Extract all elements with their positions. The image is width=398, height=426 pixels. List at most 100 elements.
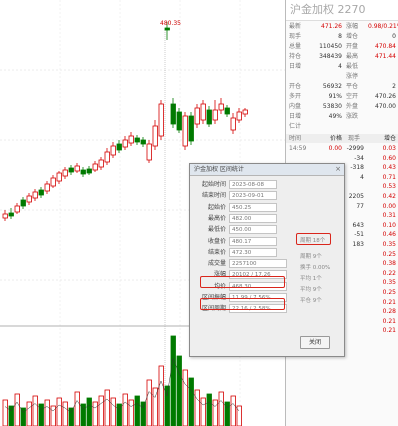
dialog-row-label: 成交量 xyxy=(207,260,226,268)
side-label-4: 平均 1个 xyxy=(300,276,322,282)
volume-bar xyxy=(44,399,50,426)
tick-volume: 4 xyxy=(360,173,364,181)
quote-label: 涨停 xyxy=(346,73,359,80)
volume-bar xyxy=(122,393,128,426)
tick-header: 时间 价格 现手 增仓 xyxy=(286,134,398,143)
quote-label: 总量 xyxy=(289,43,302,50)
candle-body xyxy=(98,159,104,168)
close-button[interactable]: 关闭 xyxy=(300,336,330,349)
quote-label: 增仓 xyxy=(346,33,359,40)
candle-body xyxy=(50,177,56,187)
quote-value: 56932 xyxy=(322,83,342,90)
candle-body xyxy=(62,169,68,177)
tick-oi: 0.10 xyxy=(382,221,396,229)
quote-value: 471.44 xyxy=(375,53,396,60)
volume-bar xyxy=(134,395,140,426)
dialog-row-value[interactable]: 2257100 xyxy=(229,259,287,269)
highlight-box-period xyxy=(296,233,331,245)
tick-volume: 2205 xyxy=(348,193,364,200)
candle-body xyxy=(206,109,212,125)
candle-body xyxy=(164,27,170,31)
volume-bar xyxy=(104,389,110,426)
dialog-row-label: 起始价 xyxy=(207,203,226,211)
candle-body xyxy=(236,111,242,121)
side-label-6: 平仓 9个 xyxy=(300,298,322,304)
volume-bar xyxy=(98,395,104,426)
quote-label: 仁计 xyxy=(289,123,302,130)
dialog-row: 结束时间 2023-09-01 xyxy=(190,190,344,201)
volume-bar xyxy=(62,401,68,426)
tick-price: 0.00 xyxy=(328,145,342,152)
quote-value: 470.00 xyxy=(375,103,396,110)
quote-value: 0 xyxy=(392,33,396,40)
dialog-row-label: 最低价 xyxy=(207,226,226,234)
dialog-row-value[interactable]: 480.17 xyxy=(229,236,277,246)
quote-label: 涨跌 xyxy=(346,113,359,120)
volume-bar xyxy=(212,399,218,426)
quote-row: 开仓 56932 平仓 2 xyxy=(286,82,398,91)
candle-body xyxy=(14,205,20,213)
range-stats-dialog[interactable]: 沪金加权 区间统计 × 起始时间 2023-08-08 结束时间 2023-09-01… xyxy=(189,163,345,357)
quote-value: 4 xyxy=(338,63,342,70)
close-icon[interactable]: × xyxy=(335,164,341,175)
volume-bar xyxy=(56,397,62,426)
tick-oi: 0.21 xyxy=(382,327,396,335)
quote-value: 8 xyxy=(338,33,342,40)
candle-body xyxy=(176,111,182,131)
volume-bar xyxy=(8,405,14,426)
tick-volume: -318 xyxy=(350,164,364,172)
volume-bar xyxy=(152,387,158,426)
volume-bar xyxy=(146,379,152,426)
quote-label: 多开 xyxy=(289,93,302,100)
candle-body xyxy=(200,103,206,121)
dialog-row-value[interactable]: 2023-08-08 xyxy=(229,180,277,189)
candle-body xyxy=(68,167,74,173)
tick-oi: 0.25 xyxy=(382,250,396,258)
tick-header-oi: 增仓 xyxy=(383,135,396,142)
dialog-row-value[interactable]: 472.30 xyxy=(229,247,277,257)
quote-label: 平仓 xyxy=(346,83,359,90)
tick-volume: 77 xyxy=(356,202,364,210)
dialog-row-value[interactable]: 450.00 xyxy=(229,225,277,235)
candle-body xyxy=(2,213,8,219)
volume-bar xyxy=(2,399,8,426)
tick-oi: 0.28 xyxy=(382,308,396,316)
dialog-row-value[interactable]: 482.00 xyxy=(229,213,277,223)
candle-body xyxy=(92,163,98,171)
quote-row: 现手 8 增仓 0 xyxy=(286,32,398,41)
quote-row: 持仓 348439 最高 471.44 xyxy=(286,52,398,61)
volume-bar xyxy=(188,377,194,426)
quote-label: 持仓 xyxy=(289,53,302,60)
candle-body xyxy=(146,143,152,161)
tick-oi: 0.35 xyxy=(382,241,396,248)
candle-body xyxy=(80,169,86,175)
quote-value: 110450 xyxy=(319,43,342,50)
candle-body xyxy=(218,103,224,111)
volume-bar xyxy=(140,401,146,426)
candle-body xyxy=(230,117,236,131)
candle-body xyxy=(128,135,134,144)
dialog-row-value[interactable]: 2023-09-01 xyxy=(229,191,277,201)
dialog-row-label: 最高价 xyxy=(207,214,226,222)
candle-body xyxy=(110,145,116,156)
candle-body xyxy=(74,165,80,172)
quote-label: 最新 xyxy=(289,23,302,30)
dialog-row-label: 收盘价 xyxy=(207,237,226,245)
volume-bar xyxy=(224,401,230,426)
volume-bar xyxy=(164,385,170,426)
dialog-titlebar[interactable]: 沪金加权 区间统计 × xyxy=(190,164,344,176)
dialog-row: 起始时间 2023-08-08 xyxy=(190,179,344,190)
volume-bar xyxy=(128,399,134,426)
quote-row: 内盘 53830 外盘 470.00 xyxy=(286,102,398,111)
dialog-row: 起始价 450.25 xyxy=(190,202,344,213)
tick-row: 14:59 0.00 -2999 0.03 xyxy=(286,144,398,153)
side-label-2: 周期 9个 xyxy=(300,254,322,260)
candle-body xyxy=(122,139,128,148)
volume-bar xyxy=(38,403,44,426)
candle-body xyxy=(152,125,158,147)
quote-value: 53830 xyxy=(322,103,342,110)
candle-body xyxy=(32,191,38,199)
quote-value: 2 xyxy=(392,83,396,90)
tick-oi: 0.35 xyxy=(382,279,396,287)
dialog-row-value[interactable]: 450.25 xyxy=(229,202,277,212)
